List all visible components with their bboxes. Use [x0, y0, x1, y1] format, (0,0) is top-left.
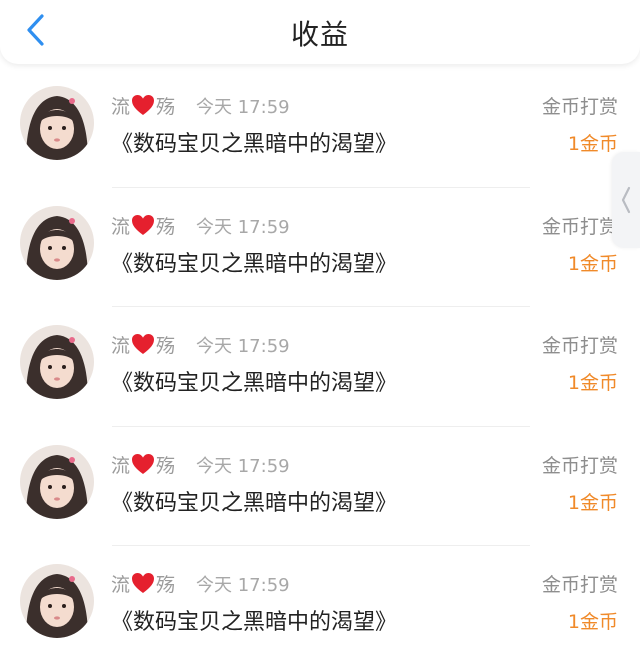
page-title: 收益 — [290, 18, 349, 51]
list-item[interactable]: 流殇 今天 17:59 《数码宝贝之黑暗中的渴望》 金币打赏 1金币 — [0, 546, 640, 666]
side-drawer-handle[interactable] — [612, 152, 640, 248]
sender-name: 流殇 — [111, 453, 176, 477]
reward-type: 金币打赏 — [541, 574, 618, 596]
top-bar: 收益 — [0, 0, 640, 64]
sender-name: 流殇 — [111, 573, 176, 596]
reward-type: 金币打赏 — [541, 454, 618, 477]
book-title: 《数码宝贝之黑暗中的渴望》 — [111, 251, 398, 277]
timestamp: 今天 17:59 — [196, 336, 290, 357]
reward-amount: 1金币 — [567, 372, 618, 394]
earnings-page: 收益 流殇 今天 17:59 《数码宝贝之黑暗中的渴望》 金币打赏 1金币 流 … — [0, 0, 640, 666]
book-title: 《数码宝贝之黑暗中的渴望》 — [111, 610, 398, 635]
timestamp: 今天 17:59 — [196, 216, 290, 238]
timestamp: 今天 17:59 — [196, 575, 290, 596]
list-item[interactable]: 流殇 今天 17:59 《数码宝贝之黑暗中的渴望》 金币打赏 1金币 — [0, 307, 640, 427]
reward-type: 金币打赏 — [541, 215, 618, 238]
list-item[interactable]: 流殇 今天 17:59 《数码宝贝之黑暗中的渴望》 金币打赏 1金币 — [0, 68, 640, 188]
reward-type: 金币打赏 — [541, 335, 618, 357]
reward-amount: 1金币 — [567, 133, 618, 155]
book-title: 《数码宝贝之黑暗中的渴望》 — [111, 490, 398, 516]
list-item[interactable]: 流殇 今天 17:59 《数码宝贝之黑暗中的渴望》 金币打赏 1金币 — [0, 188, 640, 308]
avatar[interactable] — [20, 564, 94, 638]
heart-icon — [132, 214, 155, 235]
reward-amount: 1金币 — [567, 252, 618, 275]
heart-icon — [132, 334, 155, 354]
chevron-left-icon — [621, 186, 631, 214]
reward-amount: 1金币 — [567, 611, 618, 633]
sender-name: 流殇 — [111, 214, 176, 238]
heart-icon — [132, 453, 155, 474]
heart-icon — [132, 573, 155, 593]
avatar[interactable] — [20, 444, 94, 519]
heart-icon — [132, 95, 155, 115]
reward-amount: 1金币 — [567, 491, 618, 514]
avatar[interactable] — [20, 325, 94, 399]
book-title: 《数码宝贝之黑暗中的渴望》 — [111, 132, 398, 157]
book-title: 《数码宝贝之黑暗中的渴望》 — [111, 371, 398, 396]
list-item[interactable]: 流殇 今天 17:59 《数码宝贝之黑暗中的渴望》 金币打赏 1金币 — [0, 427, 640, 547]
sender-name: 流殇 — [111, 95, 176, 118]
avatar[interactable] — [20, 86, 94, 160]
timestamp: 今天 17:59 — [196, 97, 290, 118]
earnings-list: 流殇 今天 17:59 《数码宝贝之黑暗中的渴望》 金币打赏 1金币 流 殇 今… — [0, 68, 640, 666]
timestamp: 今天 17:59 — [196, 455, 290, 477]
reward-type: 金币打赏 — [541, 96, 618, 118]
sender-name: 流殇 — [111, 334, 176, 357]
avatar[interactable] — [20, 205, 94, 280]
